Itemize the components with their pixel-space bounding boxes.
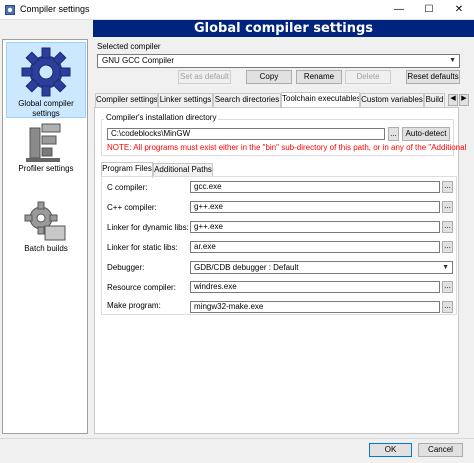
static-linker-input[interactable]: ar.exe: [190, 241, 440, 253]
c-compiler-input[interactable]: gcc.exe: [190, 181, 440, 193]
tab-toolchain-executables[interactable]: Toolchain executables: [281, 92, 360, 108]
footer-divider: [0, 438, 474, 439]
title-bar: Compiler settings — ☐ ✕: [0, 0, 474, 20]
dynamic-linker-browse-button[interactable]: ...: [442, 221, 453, 233]
cancel-button[interactable]: Cancel: [418, 443, 463, 457]
install-dir-note: NOTE: All programs must exist either in …: [107, 143, 467, 152]
c-compiler-label: C compiler:: [107, 183, 148, 192]
maximize-button[interactable]: ☐: [414, 0, 444, 20]
batch-gear-icon: [24, 201, 66, 241]
profiler-icon: [26, 123, 61, 162]
settings-category-list: Global compiler settings Profiler settin…: [2, 39, 88, 434]
static-linker-browse-button[interactable]: ...: [442, 241, 453, 253]
window-title: Compiler settings: [20, 4, 90, 14]
resource-compiler-input[interactable]: windres.exe: [190, 281, 440, 293]
chevron-down-icon: ▼: [449, 57, 456, 64]
debugger-select-value: GDB/CDB debugger : Default: [194, 263, 299, 272]
compiler-select[interactable]: GNU GCC Compiler ▼: [97, 54, 460, 68]
ok-button[interactable]: OK: [369, 443, 412, 457]
resource-compiler-label: Resource compiler:: [107, 283, 176, 292]
install-dir-input[interactable]: C:\codeblocks\MinGW: [107, 128, 385, 140]
tab-scroll-left-button[interactable]: ◀: [448, 94, 458, 106]
tab-scroll-right-button[interactable]: ▶: [459, 94, 469, 106]
copy-button[interactable]: Copy: [246, 70, 292, 84]
dynamic-linker-input[interactable]: g++.exe: [190, 221, 440, 233]
cpp-compiler-label: C++ compiler:: [107, 203, 157, 212]
tab-linker-settings[interactable]: Linker settings: [158, 93, 213, 107]
category-label: Batch builds: [24, 244, 68, 253]
auto-detect-button[interactable]: Auto-detect: [402, 127, 450, 141]
tab-custom-variables[interactable]: Custom variables: [360, 93, 424, 107]
install-dir-browse-button[interactable]: ...: [388, 127, 399, 141]
selected-compiler-label: Selected compiler: [97, 42, 161, 51]
debugger-label: Debugger:: [107, 263, 145, 272]
static-linker-label: Linker for static libs:: [107, 243, 178, 252]
cpp-compiler-browse-button[interactable]: ...: [442, 201, 453, 213]
category-profiler[interactable]: Profiler settings: [6, 122, 86, 182]
tab-build[interactable]: Build: [424, 93, 445, 107]
category-label: Profiler settings: [18, 164, 74, 173]
category-batch-builds[interactable]: Batch builds: [6, 200, 86, 262]
tab-search-directories[interactable]: Search directories: [213, 93, 281, 107]
c-compiler-browse-button[interactable]: ...: [442, 181, 453, 193]
make-program-browse-button[interactable]: ...: [442, 301, 453, 313]
reset-defaults-button[interactable]: Reset defaults: [406, 70, 460, 84]
minimize-button[interactable]: —: [384, 0, 414, 20]
resource-compiler-browse-button[interactable]: ...: [442, 281, 453, 293]
page-title: Global compiler settings: [93, 20, 474, 37]
rename-button[interactable]: Rename: [296, 70, 342, 84]
compiler-select-value: GNU GCC Compiler: [102, 56, 175, 65]
app-icon: [5, 5, 15, 15]
debugger-select[interactable]: GDB/CDB debugger : Default ▼: [190, 261, 453, 274]
tab-compiler-settings[interactable]: Compiler settings: [95, 93, 158, 107]
chevron-down-icon: ▼: [442, 264, 449, 271]
category-global-compiler[interactable]: Global compiler settings: [6, 42, 86, 118]
set-as-default-button[interactable]: Set as default: [178, 70, 231, 84]
delete-button[interactable]: Delete: [345, 70, 391, 84]
category-label: Global compiler settings: [18, 99, 74, 118]
install-dir-label: Compiler's installation directory: [104, 113, 219, 122]
make-program-input[interactable]: mingw32-make.exe: [190, 301, 440, 313]
make-program-label: Make program:: [107, 301, 161, 310]
close-button[interactable]: ✕: [444, 0, 474, 20]
dynamic-linker-label: Linker for dynamic libs:: [107, 223, 189, 232]
subtab-additional-paths[interactable]: Additional Paths: [153, 163, 213, 177]
gear-icon: [21, 47, 71, 97]
cpp-compiler-input[interactable]: g++.exe: [190, 201, 440, 213]
